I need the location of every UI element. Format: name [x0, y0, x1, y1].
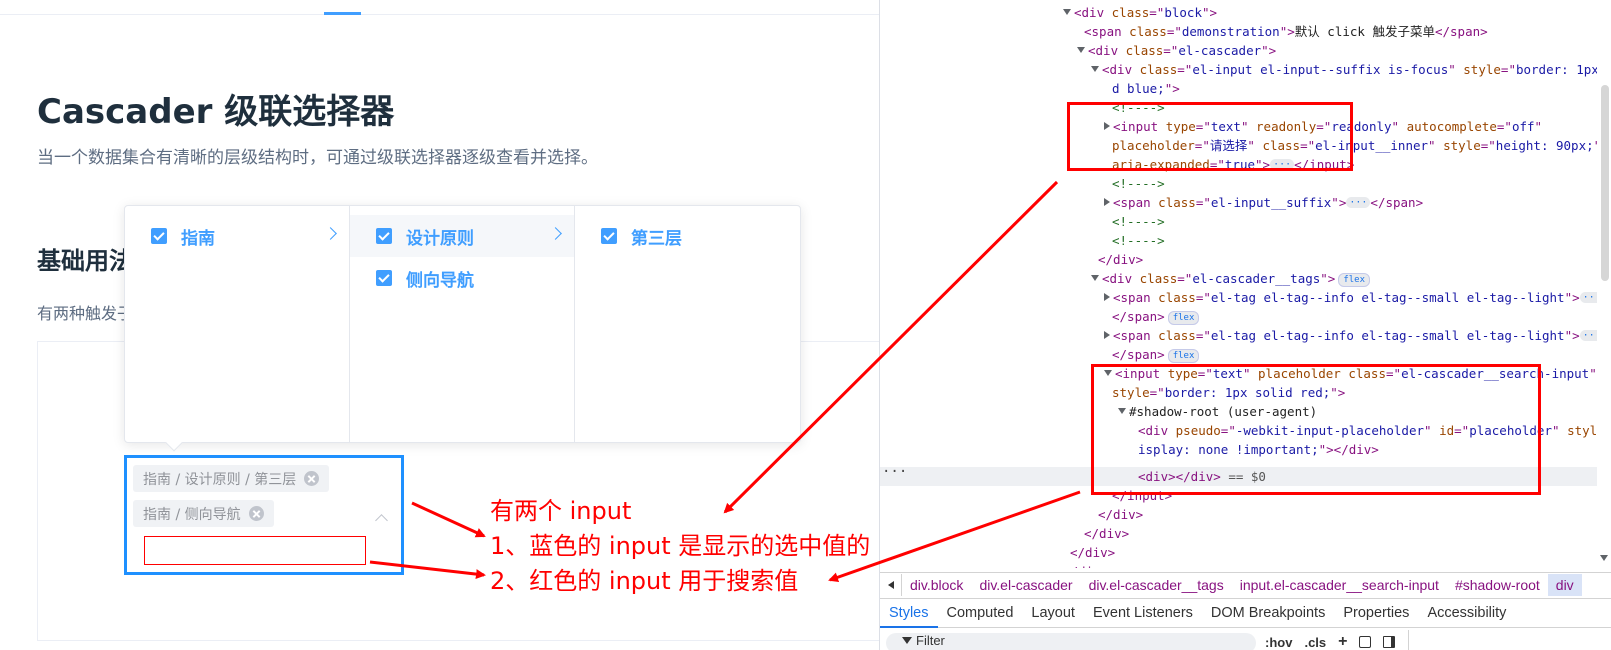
- tab-event-listeners[interactable]: Event Listeners: [1084, 599, 1202, 628]
- flex-badge[interactable]: flex: [1167, 311, 1200, 325]
- close-circle-icon[interactable]: [304, 471, 320, 486]
- chevron-up-icon[interactable]: [375, 514, 388, 527]
- cascader-node-label: 第三层: [631, 228, 682, 249]
- cascader-dropdown-panel: 指南 设计原则 侧向导航 第三层: [124, 205, 801, 443]
- cascader-node-design-principles[interactable]: 设计原则: [350, 215, 574, 257]
- dom-node: </span> flex: [1112, 345, 1200, 364]
- section-title: 基础用法: [37, 247, 133, 275]
- styles-filter-bar: Filter :hov .cls +: [880, 630, 1611, 650]
- styles-toolbar: :hov .cls +: [1265, 633, 1396, 650]
- dom-breadcrumb: div.block div.el-cascader div.el-cascade…: [880, 572, 1611, 596]
- page-description: 当一个数据集合有清晰的层级结构时，可通过级联选择器逐级查看并选择。: [37, 148, 598, 168]
- checkbox-checked-icon[interactable]: [376, 228, 392, 244]
- scrollbar-thumb[interactable]: [1601, 85, 1609, 281]
- sidebar-tabs: Styles Computed Layout Event Listeners D…: [880, 598, 1611, 628]
- top-tabbar: [0, 0, 879, 15]
- tag-label: 指南 / 侧向导航: [143, 506, 241, 523]
- breadcrumb-item-selected[interactable]: div: [1547, 573, 1582, 596]
- hover-state-toggle[interactable]: :hov: [1265, 635, 1292, 650]
- dom-node: </div>: [1070, 545, 1116, 560]
- tab-accessibility[interactable]: Accessibility: [1418, 599, 1515, 628]
- dom-node[interactable]: <div class="el-input el-input--suffix is…: [1091, 60, 1611, 79]
- chevron-right-icon: [324, 227, 337, 240]
- breadcrumb-scroll-left-icon[interactable]: [880, 573, 902, 596]
- dom-node: </div>: [1098, 507, 1144, 522]
- tab-styles[interactable]: Styles: [880, 599, 938, 628]
- dom-node[interactable]: <div class="el-cascader__tags"> flex: [1091, 269, 1371, 288]
- toolbar-divider: [1408, 630, 1409, 650]
- dom-node[interactable]: <span class="el-input__suffix"> ··· </span…: [1104, 193, 1423, 212]
- cascader-menu-level-3: 第三层: [575, 206, 800, 442]
- cascader-menu-level-1: 指南: [125, 206, 350, 442]
- docs-page: Cascader 级联选择器 当一个数据集合有清晰的层级结构时，可通过级联选择器…: [0, 0, 880, 650]
- tab-layout[interactable]: Layout: [1022, 599, 1084, 628]
- annotation-line-1: 1、蓝色的 input 是显示的选中值的 input: [490, 532, 879, 560]
- dom-node: </div>: [1063, 562, 1108, 568]
- dom-node[interactable]: <span class="el-tag el-tag--info el-tag-…: [1104, 288, 1604, 307]
- cascader-menu-level-2: 设计原则 侧向导航: [350, 206, 575, 442]
- dom-comment: <!---->: [1112, 233, 1165, 248]
- more-actions-icon[interactable]: ···: [882, 464, 907, 480]
- annotation-line-2: 2、红色的 input 用于搜索值: [490, 567, 799, 595]
- checkbox-checked-icon[interactable]: [601, 228, 617, 244]
- filter-placeholder: Filter: [916, 633, 945, 648]
- tab-properties[interactable]: Properties: [1334, 599, 1418, 628]
- cascader-node-third-level[interactable]: 第三层: [575, 215, 800, 257]
- checkbox-checked-icon[interactable]: [151, 228, 167, 244]
- dom-comment: <!---->: [1112, 176, 1165, 191]
- elements-tree: ··· <div class="block"> <span class="dem…: [880, 0, 1611, 568]
- new-rule-button[interactable]: +: [1338, 633, 1347, 650]
- page-title: Cascader 级联选择器: [37, 92, 395, 132]
- class-toggle[interactable]: .cls: [1304, 635, 1326, 650]
- tab-computed[interactable]: Computed: [938, 599, 1023, 628]
- dom-node: d blue;">: [1112, 81, 1180, 96]
- cascader-node-label: 指南: [181, 228, 215, 249]
- dom-node[interactable]: <span class="demonstration">默认 click 触发子…: [1084, 22, 1488, 41]
- selected-tag: 指南 / 设计原则 / 第三层: [133, 465, 330, 492]
- dom-node: </div>: [1098, 252, 1144, 267]
- cascader-node-label: 侧向导航: [406, 270, 474, 291]
- highlight-box-search-input: [1091, 364, 1541, 495]
- checkbox-checked-icon[interactable]: [376, 270, 392, 286]
- scroll-down-icon[interactable]: [1600, 555, 1608, 561]
- cascader-search-input-red[interactable]: [144, 536, 366, 565]
- sidebar-toggle-icon[interactable]: [1383, 636, 1396, 648]
- cascader-node-side-nav[interactable]: 侧向导航: [350, 257, 574, 299]
- dom-node: </div>: [1084, 526, 1130, 541]
- close-circle-icon[interactable]: [248, 506, 264, 521]
- cascader-node-guide[interactable]: 指南: [125, 215, 349, 257]
- highlight-box-blue-input: [1067, 102, 1353, 171]
- elements-scrollbar[interactable]: [1597, 0, 1611, 568]
- tag-label: 指南 / 设计原则 / 第三层: [143, 471, 297, 488]
- computed-styles-icon[interactable]: [1359, 636, 1372, 648]
- breadcrumb-item[interactable]: div.el-cascader__tags: [1081, 574, 1232, 596]
- dom-comment: <!---->: [1112, 214, 1165, 229]
- chevron-right-icon: [549, 227, 562, 240]
- cascader-input-blue[interactable]: 指南 / 设计原则 / 第三层 指南 / 侧向导航: [124, 455, 404, 575]
- flex-badge[interactable]: flex: [1167, 349, 1200, 363]
- dom-node[interactable]: <div class="el-cascader">: [1077, 41, 1276, 60]
- dom-node: </span> flex: [1112, 307, 1200, 326]
- breadcrumb-item[interactable]: input.el-cascader__search-input: [1232, 574, 1447, 596]
- devtools-panel: ··· <div class="block"> <span class="dem…: [880, 0, 1611, 650]
- dom-node[interactable]: <div class="block">: [1063, 3, 1217, 22]
- dom-node[interactable]: <span class="el-tag el-tag--info el-tag-…: [1104, 326, 1604, 345]
- cascader-node-label: 设计原则: [406, 228, 474, 249]
- selected-tag: 指南 / 侧向导航: [133, 500, 274, 527]
- annotation-title: 有两个 input: [490, 497, 632, 525]
- active-tab-indicator: [324, 12, 361, 15]
- breadcrumb-item[interactable]: div.block: [902, 574, 971, 596]
- tab-dom-breakpoints[interactable]: DOM Breakpoints: [1202, 599, 1334, 628]
- flex-badge[interactable]: flex: [1338, 273, 1371, 287]
- filter-funnel-icon: [902, 637, 912, 644]
- breadcrumb-item[interactable]: div.el-cascader: [971, 574, 1080, 596]
- breadcrumb-item[interactable]: #shadow-root: [1447, 574, 1548, 596]
